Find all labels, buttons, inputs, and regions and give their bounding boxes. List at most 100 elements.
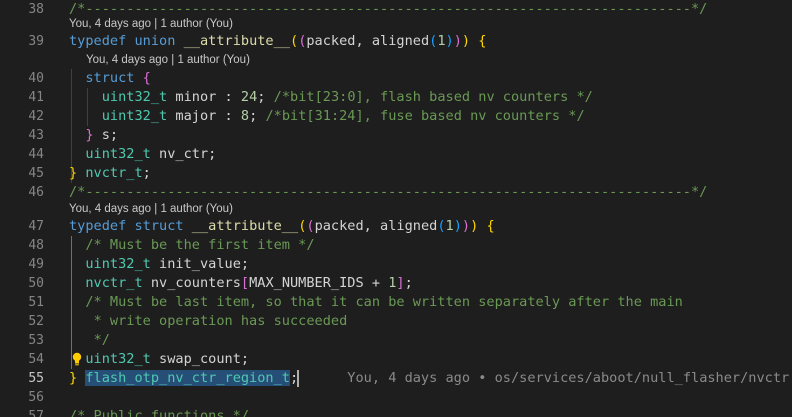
code-token: { (486, 218, 495, 234)
code-line[interactable]: /* Must be last item, so that it can be … (69, 293, 683, 312)
code-line[interactable]: } nvctr_t; (69, 164, 151, 183)
code-token: ; (404, 275, 413, 291)
text-cursor (297, 370, 299, 387)
code-token: 8 (240, 108, 250, 124)
code-token: major : (167, 108, 241, 124)
code-line[interactable]: } s; (69, 126, 118, 145)
code-line[interactable]: /*--------------------------------------… (69, 183, 707, 202)
code-line[interactable]: uint32_t swap_count; (69, 350, 249, 369)
line-number: 47 (28, 219, 44, 234)
code-line[interactable]: uint32_t init_value; (69, 255, 249, 274)
line-number: 54 (28, 352, 44, 367)
line-number-active: 55 (28, 371, 44, 386)
code-token: ; (142, 165, 151, 181)
code-token: s; (93, 127, 119, 143)
code-token: } (69, 370, 78, 386)
code-token: struct (134, 218, 184, 234)
codelens-blame[interactable]: You, 4 days ago | 1 author (You) (69, 202, 233, 216)
code-token: ) (461, 218, 471, 234)
code-line[interactable]: uint32_t minor : 24; /*bit[23:0], flash … (69, 88, 593, 107)
codelens-blame[interactable]: You, 4 days ago | 1 author (You) (69, 17, 233, 31)
code-token: packed, aligned (306, 33, 430, 49)
line-number: 41 (28, 90, 44, 105)
line-number: 43 (28, 128, 44, 143)
code-token: 24 (240, 89, 258, 105)
code-token: __attribute__ (191, 218, 299, 234)
code-token: /* Must be last item, so that it can be … (85, 294, 683, 310)
line-number: 44 (28, 147, 44, 162)
code-token: nvctr_t (85, 275, 143, 291)
code-token: ( (437, 218, 446, 234)
line-number: 46 (28, 185, 44, 200)
line-number: 52 (28, 314, 44, 329)
code-line[interactable]: uint32_t nv_ctr; (69, 145, 216, 164)
code-token: init_value; (150, 256, 250, 272)
code-line[interactable]: uint32_t major : 8; /*bit[31:24], fuse b… (69, 107, 585, 126)
code-token: */ (93, 332, 110, 348)
code-token: nv_ctr; (150, 146, 217, 162)
code-editor[interactable]: 38 39 40 41 42 43 44 45 46 47 48 49 50 5… (0, 0, 792, 417)
code-token: { (142, 70, 151, 86)
line-number: 40 (28, 71, 44, 86)
code-token: { (478, 33, 487, 49)
lightbulb-icon[interactable] (72, 352, 82, 366)
line-number: 53 (28, 333, 44, 348)
code-token: } (85, 127, 94, 143)
code-token: ) (453, 218, 462, 234)
code-line[interactable]: nvctr_t nv_counters[MAX_NUMBER_IDS + 1]; (69, 274, 413, 293)
code-line[interactable]: /* Public functions */ (69, 407, 249, 417)
code-token: minor : (167, 89, 241, 105)
code-token: struct (85, 70, 135, 86)
line-number: 56 (28, 390, 44, 405)
code-token: /*bit[23:0], flash based nv counters */ (273, 89, 593, 105)
line-number: 42 (28, 109, 44, 124)
code-token: } (69, 165, 78, 181)
code-token: ( (306, 218, 315, 234)
code-line[interactable]: */ (69, 331, 110, 350)
code-token: typedef (69, 33, 127, 49)
code-line-active[interactable]: } flash_otp_nv_ctr_region_t; You, 4 days… (69, 369, 789, 388)
code-token: /* Must be the first item */ (85, 237, 315, 253)
line-number: 39 (28, 34, 44, 49)
code-token: ( (290, 33, 299, 49)
line-number: 50 (28, 276, 44, 291)
code-token: /* Public functions */ (69, 408, 250, 417)
line-number: 49 (28, 257, 44, 272)
line-number: 57 (28, 409, 44, 417)
code-line[interactable]: typedef union __attribute__((packed, ali… (69, 32, 486, 51)
code-token: 1 (437, 33, 446, 49)
code-token: swap_count; (150, 351, 250, 367)
code-token: uint32_t (85, 351, 151, 367)
code-token: typedef (69, 218, 127, 234)
code-token: flash_otp_nv_ctr_region_t (85, 370, 290, 386)
code-token: uint32_t (85, 146, 151, 162)
codelens-blame[interactable]: You, 4 days ago | 1 author (You) (86, 53, 250, 67)
code-token: /*--------------------------------------… (69, 184, 708, 200)
code-line[interactable]: /* Must be the first item */ (69, 236, 315, 255)
code-line[interactable]: struct { (69, 69, 151, 88)
code-line[interactable]: * write operation has succeeded (69, 312, 348, 331)
inline-blame: You, 4 days ago • os/services/aboot/null… (298, 370, 790, 386)
code-token: /*bit[31:24], fuse based nv counters */ (265, 108, 585, 124)
code-token: ) (461, 33, 471, 49)
code-line[interactable]: typedef struct __attribute__ ((packed, al… (69, 217, 495, 236)
code-token: [ (240, 275, 250, 291)
code-token: /*--------------------------------------… (69, 1, 708, 17)
line-number: 48 (28, 238, 44, 253)
code-token: uint32_t (85, 256, 151, 272)
code-token: 1 (445, 218, 454, 234)
code-token: ] (396, 275, 405, 291)
